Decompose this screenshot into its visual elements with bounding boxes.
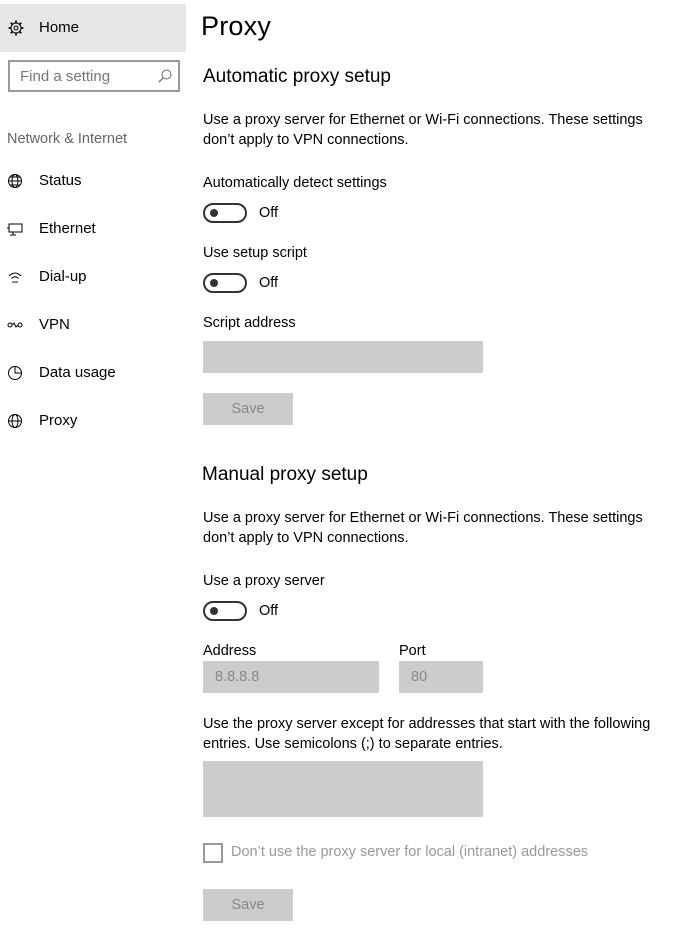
use-proxy-label: Use a proxy server — [203, 573, 325, 589]
home-nav-item[interactable]: Home — [0, 4, 186, 52]
address-input[interactable]: 8.8.8.8 — [203, 661, 379, 693]
page-title: Proxy — [201, 11, 272, 41]
exceptions-input[interactable] — [203, 761, 483, 817]
data-usage-icon — [8, 366, 22, 380]
section-label-network: Network & Internet — [7, 131, 128, 147]
sidebar-item-vpn[interactable]: VPN — [0, 305, 186, 345]
sidebar-item-dialup[interactable]: Dial-up — [0, 257, 186, 297]
use-proxy-state: Off — [259, 603, 279, 619]
script-address-input[interactable] — [203, 341, 483, 373]
sidebar-item-label: Dial-up — [39, 268, 87, 285]
sidebar-item-label: Data usage — [39, 364, 116, 381]
automatic-proxy-heading: Automatic proxy setup — [203, 66, 391, 87]
toggle-knob — [210, 279, 218, 287]
address-value: 8.8.8.8 — [215, 669, 260, 685]
sidebar-item-label: Status — [39, 172, 82, 189]
ethernet-icon — [7, 223, 23, 236]
sidebar-item-ethernet[interactable]: Ethernet — [0, 209, 186, 249]
setup-script-state: Off — [259, 275, 279, 291]
save-button-label: Save — [231, 897, 265, 913]
script-address-label: Script address — [203, 315, 296, 331]
sidebar-item-proxy[interactable]: Proxy — [0, 401, 186, 441]
port-label: Port — [399, 643, 426, 659]
local-bypass-label: Don’t use the proxy server for local (in… — [231, 844, 589, 860]
search-input[interactable]: Find a setting — [8, 60, 180, 92]
exceptions-description: Use the proxy server except for addresse… — [203, 716, 651, 752]
vpn-icon — [7, 322, 23, 328]
setup-script-label: Use setup script — [203, 245, 307, 261]
auto-detect-state: Off — [259, 205, 279, 221]
dialup-icon — [8, 272, 22, 283]
toggle-knob — [210, 607, 218, 615]
manual-proxy-description: Use a proxy server for Ethernet or Wi-Fi… — [203, 510, 643, 546]
port-value: 80 — [411, 669, 428, 685]
sidebar-item-status[interactable]: Status — [0, 161, 186, 201]
toggle-knob — [210, 209, 218, 217]
address-label: Address — [203, 643, 257, 659]
manual-proxy-heading: Manual proxy setup — [202, 464, 368, 485]
sidebar-item-label: Proxy — [39, 412, 78, 429]
gear-icon — [8, 20, 24, 36]
automatic-save-button[interactable]: Save — [203, 393, 293, 425]
setup-script-toggle[interactable] — [203, 273, 247, 293]
auto-detect-toggle[interactable] — [203, 203, 247, 223]
search-icon[interactable] — [158, 69, 172, 83]
use-proxy-toggle[interactable] — [203, 601, 247, 621]
search-placeholder: Find a setting — [20, 68, 111, 85]
local-bypass-checkbox[interactable] — [203, 843, 223, 863]
manual-save-button[interactable]: Save — [203, 889, 293, 921]
globe-status-icon — [8, 174, 22, 188]
globe-icon — [8, 414, 22, 428]
home-label: Home — [39, 19, 80, 36]
auto-detect-label: Automatically detect settings — [203, 175, 387, 191]
save-button-label: Save — [231, 401, 265, 417]
sidebar-item-label: VPN — [39, 316, 70, 333]
sidebar: Home Find a setting Network & Internet S… — [0, 0, 186, 932]
port-input[interactable]: 80 — [399, 661, 483, 693]
main-content: Proxy Automatic proxy setup Use a proxy … — [186, 0, 673, 932]
automatic-proxy-description: Use a proxy server for Ethernet or Wi-Fi… — [203, 112, 643, 148]
sidebar-item-data-usage[interactable]: Data usage — [0, 353, 186, 393]
sidebar-item-label: Ethernet — [39, 220, 96, 237]
